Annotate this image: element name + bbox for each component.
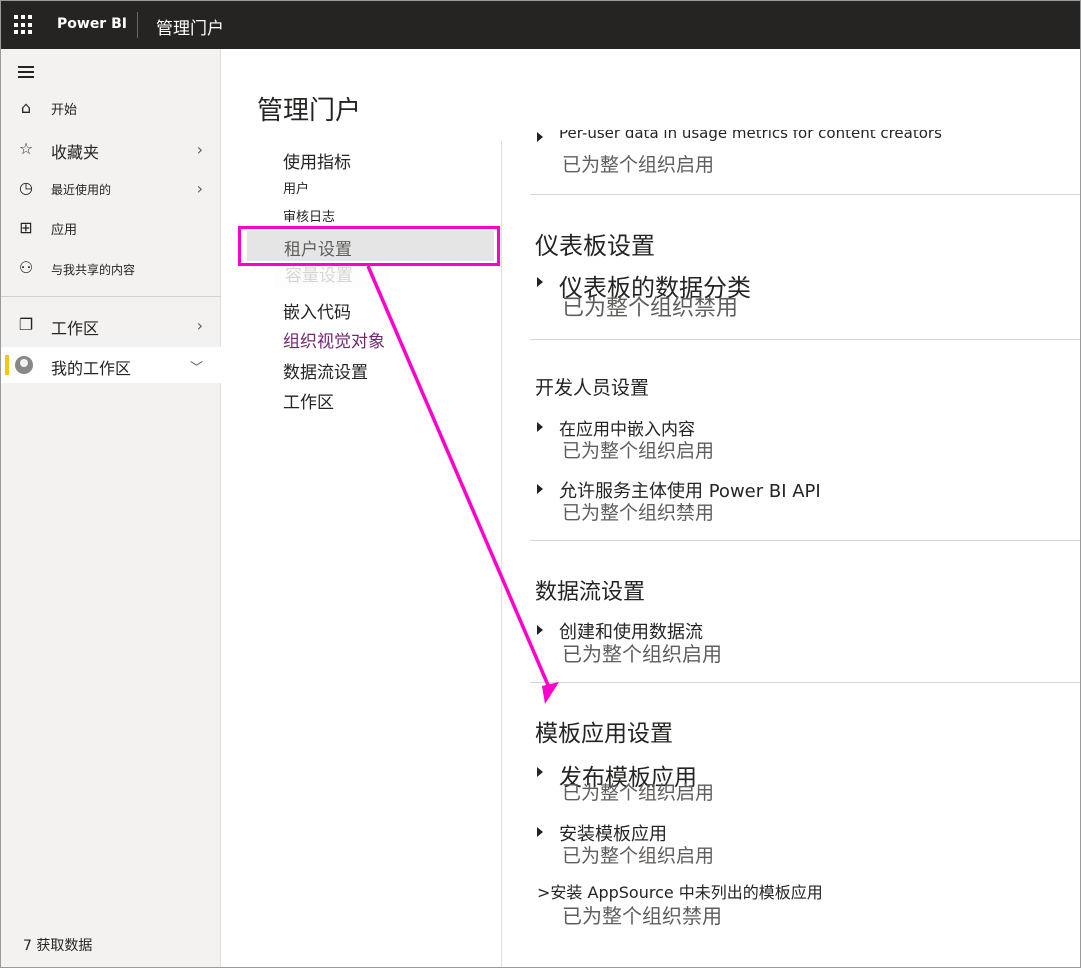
nav-item-shared[interactable]: ⚇ 与我共享的内容: [1, 250, 221, 286]
chevron-down-icon[interactable]: ﹀: [190, 357, 203, 376]
caret-right-icon[interactable]: [537, 484, 543, 494]
subnav-dataflow-settings[interactable]: 数据流设置: [283, 358, 368, 383]
subnav-usage-metrics[interactable]: 使用指标: [283, 148, 351, 173]
section-title-developer: 开发人员设置: [535, 377, 650, 399]
subnav-capacity-settings[interactable]: 容量设置: [275, 266, 389, 288]
nav-divider: [1, 296, 221, 297]
settings-content: Per-user data in usage metrics for conte…: [530, 130, 1081, 968]
workspaces-icon: ❐: [18, 315, 34, 334]
nav-item-favorites[interactable]: ☆ 收藏夹 ›: [1, 131, 221, 167]
apps-icon: ⊞: [19, 218, 33, 237]
section-divider: [530, 540, 1081, 541]
subnav-audit-logs[interactable]: 审核日志: [283, 206, 335, 225]
setting-state: 已为整个组织启用: [562, 642, 722, 666]
section-divider: [530, 339, 1081, 340]
caret-right-icon[interactable]: [537, 767, 543, 777]
nav-item-apps[interactable]: ⊞ 应用: [1, 210, 221, 246]
section-divider: [530, 194, 1081, 195]
setting-state: 已为整个组织启用: [562, 440, 715, 462]
subnav-embed-codes[interactable]: 嵌入代码: [283, 298, 351, 323]
setting-state: 已为整个组织禁用: [562, 502, 715, 524]
annotation-highlight-box: [238, 226, 500, 266]
caret-right-icon[interactable]: [537, 277, 543, 287]
topbar-divider: [137, 12, 138, 38]
brand-name[interactable]: Power BI: [57, 16, 127, 32]
chevron-right-icon[interactable]: ›: [197, 316, 203, 335]
home-icon: ⌂: [20, 98, 32, 117]
section-title-template-app: 模板应用设置: [535, 721, 673, 747]
nav-item-home[interactable]: ⌂ 开始: [1, 90, 221, 126]
nav-item-workspaces[interactable]: ❐ 工作区 ›: [1, 307, 221, 343]
nav-item-label: 收藏夹: [51, 143, 100, 162]
caret-right-icon[interactable]: [537, 625, 543, 635]
top-bar: Power BI 管理门户: [0, 0, 1081, 49]
nav-item-recent[interactable]: ◷ 最近使用的 ›: [1, 170, 221, 206]
caret-right-icon[interactable]: [537, 827, 543, 837]
nav-item-my-workspace[interactable]: 我的工作区 ﹀: [1, 347, 221, 383]
clock-icon: ◷: [19, 178, 33, 197]
app-launcher-icon[interactable]: [14, 15, 34, 35]
setting-state: 已为整个组织禁用: [562, 296, 739, 321]
topbar-title: 管理门户: [156, 19, 224, 39]
avatar-icon: [15, 356, 33, 374]
section-title-dashboard: 仪表板设置: [535, 232, 655, 260]
star-icon: ☆: [18, 139, 34, 158]
setting-state: 已为整个组织启用: [562, 782, 715, 804]
section-title-dataflow: 数据流设置: [535, 580, 646, 605]
nav-item-label: 与我共享的内容: [51, 263, 136, 277]
nav-item-label: 应用: [51, 223, 78, 238]
get-data-link[interactable]: 7 获取数据: [23, 935, 92, 955]
pane-divider: [501, 141, 502, 967]
page-title: 管理门户: [257, 96, 362, 126]
chevron-right-icon[interactable]: ›: [197, 140, 203, 159]
nav-item-label: 我的工作区: [51, 359, 132, 378]
setting-name: Per-user data in usage metrics for conte…: [559, 130, 942, 142]
subnav-organization-visuals[interactable]: 组织视觉对象: [283, 327, 385, 352]
section-divider: [530, 682, 1081, 683]
nav-item-label: 开始: [51, 103, 78, 118]
nav-item-label: 工作区: [51, 319, 100, 338]
subnav-workspaces[interactable]: 工作区: [283, 388, 334, 413]
hamburger-menu-icon[interactable]: [18, 66, 34, 81]
setting-state: 已为整个组织禁用: [562, 904, 722, 928]
setting-state: 已为整个组织启用: [562, 154, 715, 176]
chevron-right-icon[interactable]: ›: [197, 179, 203, 198]
left-navigation: ⌂ 开始 ☆ 收藏夹 › ◷ 最近使用的 › ⊞ 应用 ⚇ 与我共享的内容 ❐ …: [1, 49, 221, 967]
active-indicator: [5, 355, 9, 375]
caret-right-icon[interactable]: [537, 132, 543, 142]
nav-item-label: 最近使用的: [51, 183, 112, 197]
subnav-users[interactable]: 用户: [283, 178, 309, 197]
setting-state: 已为整个组织启用: [562, 845, 715, 867]
caret-right-icon[interactable]: [537, 422, 543, 432]
shared-icon: ⚇: [18, 258, 34, 277]
